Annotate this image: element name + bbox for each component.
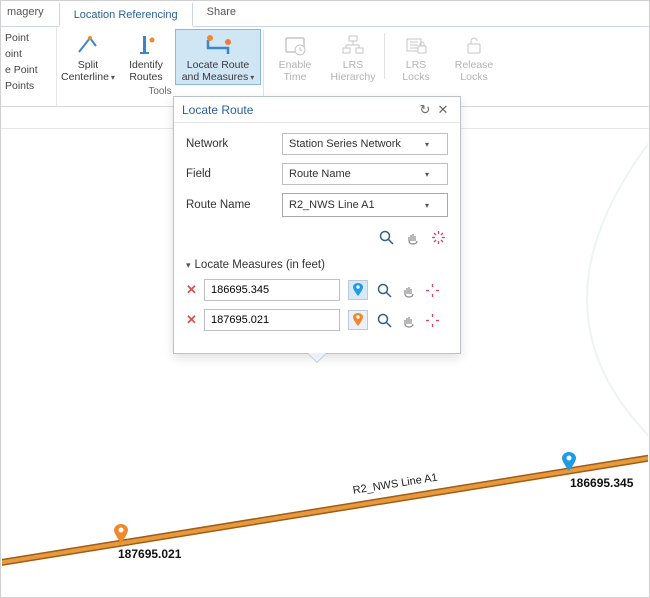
mini-item[interactable]: e Point <box>3 63 54 77</box>
zoom-icon[interactable] <box>376 312 392 328</box>
left-mini-group: Point oint e Point Points <box>1 27 57 106</box>
locate-route-panel: Locate Route ↻ ✕ Network Station Series … <box>173 96 461 354</box>
flash-icon[interactable] <box>430 229 446 245</box>
lrs-locks-icon <box>402 32 430 58</box>
map-measure-blue: 186695.345 <box>570 476 633 490</box>
split-centerline-button[interactable]: Split Centerline▾ <box>59 29 117 85</box>
measure-input-2[interactable] <box>204 309 340 331</box>
ribbon-group-right: Enable Time LRS Hierarchy LRS Locks Rele <box>264 27 505 106</box>
split-centerline-icon <box>74 32 102 58</box>
delete-measure-icon[interactable]: ✕ <box>186 312 196 328</box>
map-measure-orange: 187695.021 <box>118 547 181 561</box>
lrs-locks-button[interactable]: LRS Locks <box>387 29 445 83</box>
field-label: Field <box>186 168 282 180</box>
zoom-icon[interactable] <box>376 282 392 298</box>
release-locks-label: Release Locks <box>455 59 494 83</box>
panel-title: Locate Route <box>182 103 253 117</box>
locate-route-label: Locate Route and Measures▾ <box>182 59 255 84</box>
route-name-select[interactable]: R2_NWS Line A1 ▾ <box>282 193 448 217</box>
close-icon[interactable]: ✕ <box>434 102 452 118</box>
network-select[interactable]: Station Series Network ▾ <box>282 133 448 155</box>
tab-imagery[interactable]: magery <box>1 1 59 26</box>
chevron-down-icon: ▾ <box>425 170 429 179</box>
lrs-hierarchy-label: LRS Hierarchy <box>331 59 376 83</box>
delete-measure-icon[interactable]: ✕ <box>186 282 196 298</box>
network-value: Station Series Network <box>289 138 401 150</box>
map-pin-blue[interactable] <box>562 452 576 475</box>
measure-row: ✕ <box>186 309 448 331</box>
measure-row: ✕ <box>186 279 448 301</box>
pan-icon[interactable] <box>404 229 420 245</box>
locate-route-icon <box>204 32 232 58</box>
lrs-hierarchy-button[interactable]: LRS Hierarchy <box>324 29 382 83</box>
panel-callout-arrow <box>308 353 326 362</box>
pan-icon[interactable] <box>400 282 416 298</box>
zoom-icon[interactable] <box>378 229 394 245</box>
split-centerline-label: Split Centerline▾ <box>61 59 115 84</box>
mini-item[interactable]: oint <box>3 47 54 61</box>
identify-routes-label: Identify Routes <box>129 59 163 83</box>
refresh-icon[interactable]: ↻ <box>416 102 434 118</box>
map-pin-orange[interactable] <box>114 524 128 547</box>
chevron-down-icon: ▾ <box>425 201 429 210</box>
enable-time-icon <box>281 32 309 58</box>
section-label: Locate Measures (in feet) <box>195 259 325 271</box>
locate-measures-header[interactable]: ▾ Locate Measures (in feet) <box>186 259 448 271</box>
ribbon: Point oint e Point Points Split Centerli… <box>1 27 649 107</box>
enable-time-label: Enable Time <box>279 59 312 83</box>
route-name-value: R2_NWS Line A1 <box>289 199 375 211</box>
identify-routes-button[interactable]: Identify Routes <box>117 29 175 85</box>
locate-route-measures-button[interactable]: Locate Route and Measures▾ <box>175 29 261 85</box>
flash-icon[interactable] <box>424 312 440 328</box>
network-label: Network <box>186 138 282 150</box>
select-pin-blue[interactable] <box>348 280 368 300</box>
release-locks-icon <box>460 32 488 58</box>
pan-icon[interactable] <box>400 312 416 328</box>
lrs-locks-label: LRS Locks <box>402 59 429 83</box>
identify-routes-icon <box>132 32 160 58</box>
enable-time-button[interactable]: Enable Time <box>266 29 324 83</box>
release-locks-button[interactable]: Release Locks <box>445 29 503 83</box>
tab-share[interactable]: Share <box>193 1 251 26</box>
flash-icon[interactable] <box>424 282 440 298</box>
mini-item[interactable]: Point <box>3 31 54 45</box>
ribbon-group-tools: Split Centerline▾ Identify Routes Locate… <box>57 27 263 106</box>
ribbon-tabbar: magery Location Referencing Share <box>1 1 649 27</box>
select-pin-orange[interactable] <box>348 310 368 330</box>
mini-item[interactable]: Points <box>3 79 54 93</box>
field-select[interactable]: Route Name ▾ <box>282 163 448 185</box>
field-value: Route Name <box>289 168 351 180</box>
route-name-label: Route Name <box>186 199 282 211</box>
chevron-down-icon: ▾ <box>186 260 191 271</box>
measure-input-1[interactable] <box>204 279 340 301</box>
chevron-down-icon: ▾ <box>425 140 429 149</box>
tab-location-referencing[interactable]: Location Referencing <box>59 2 193 27</box>
lrs-hierarchy-icon <box>339 32 367 58</box>
